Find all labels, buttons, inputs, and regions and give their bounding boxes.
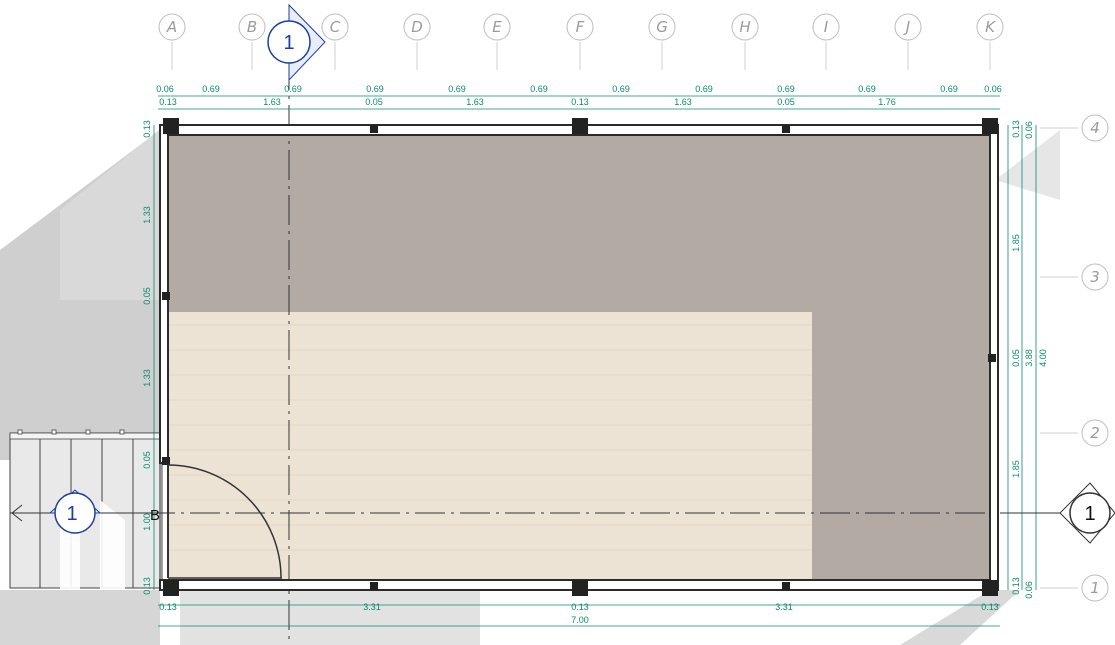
- grid-label-H: H: [739, 18, 750, 36]
- grid-label-2: 2: [1090, 424, 1100, 442]
- dim-text: 3.31: [775, 602, 793, 612]
- grid-label-3: 3: [1090, 268, 1100, 286]
- dim-text: 0.06: [156, 84, 174, 94]
- grid-label-C: C: [330, 18, 341, 36]
- dim-text: 0.69: [695, 84, 713, 94]
- grid-label-E: E: [492, 18, 502, 36]
- dim-text: 0.69: [202, 84, 220, 94]
- grid-label-1: 1: [1090, 579, 1100, 597]
- section-marker-left-letter: B: [150, 507, 160, 524]
- section-marker-left-label: 1: [66, 503, 77, 525]
- dim-text: 1.63: [674, 97, 692, 107]
- grid-label-G: G: [656, 18, 668, 36]
- grid-label-F: F: [576, 18, 585, 36]
- dim-text: 0.06: [1024, 581, 1034, 599]
- dim-text: 0.69: [858, 84, 876, 94]
- dim-text: 0.06: [1024, 121, 1034, 139]
- dim-text: 0.13: [1011, 577, 1021, 595]
- dim-text: 0.13: [159, 602, 177, 612]
- dim-text: 1.33: [142, 369, 152, 387]
- dim-text: 1.85: [1011, 234, 1021, 252]
- dim-text: 0.05: [777, 97, 795, 107]
- dim-text: 0.13: [159, 97, 177, 107]
- dim-text: 0.13: [142, 120, 152, 138]
- dim-text: 3.88: [1024, 349, 1034, 367]
- grid-label-B: B: [247, 18, 257, 36]
- section-marker-right: 1: [1000, 482, 1115, 544]
- dim-text: 1.85: [1011, 460, 1021, 478]
- section-marker-top: 1: [267, 3, 326, 82]
- grid-label-A: A: [166, 18, 177, 36]
- dim-text: 0.13: [1011, 120, 1021, 138]
- section-marker-right-label: 1: [1084, 503, 1095, 525]
- grid-label-I: I: [824, 18, 829, 36]
- floor-plan: A B C D E F G H I J K 4 3 2 1 0.06 0.69 …: [0, 3, 1115, 645]
- dim-text: 0.13: [142, 577, 152, 595]
- dim-text: 0.69: [612, 84, 630, 94]
- dim-text: 1.33: [142, 206, 152, 224]
- dim-text: 4.00: [1038, 349, 1048, 367]
- dim-text: 1.63: [263, 97, 281, 107]
- dim-text: 1.76: [878, 97, 896, 107]
- dim-text: 0.69: [777, 84, 795, 94]
- dim-text: 0.05: [142, 287, 152, 305]
- dim-text: 0.13: [981, 602, 999, 612]
- dim-text: 0.06: [984, 84, 1002, 94]
- dim-text: 1.63: [466, 97, 484, 107]
- dim-text: 0.69: [530, 84, 548, 94]
- top-dimensions-row2: 0.13 1.63 0.05 1.63 0.13 1.63 0.05 1.76: [159, 97, 896, 107]
- dim-text: 0.69: [940, 84, 958, 94]
- grid-label-4: 4: [1090, 119, 1100, 137]
- dim-text: 0.69: [284, 84, 302, 94]
- dim-text: 3.31: [363, 602, 381, 612]
- dim-text: 0.69: [448, 84, 466, 94]
- dim-text: 0.05: [142, 451, 152, 469]
- dim-text: 0.13: [571, 97, 589, 107]
- dim-text: 0.69: [366, 84, 384, 94]
- grid-label-K: K: [985, 18, 996, 36]
- dim-text: 0.13: [571, 602, 589, 612]
- dim-text: 0.05: [1011, 349, 1021, 367]
- section-marker-top-label: 1: [283, 32, 294, 54]
- grid-label-D: D: [411, 18, 423, 36]
- top-dimensions-row1: 0.06 0.69 0.69 0.69 0.69 0.69 0.69 0.69 …: [156, 84, 1002, 94]
- dim-text: 0.05: [365, 97, 383, 107]
- dim-text: 7.00: [571, 615, 589, 625]
